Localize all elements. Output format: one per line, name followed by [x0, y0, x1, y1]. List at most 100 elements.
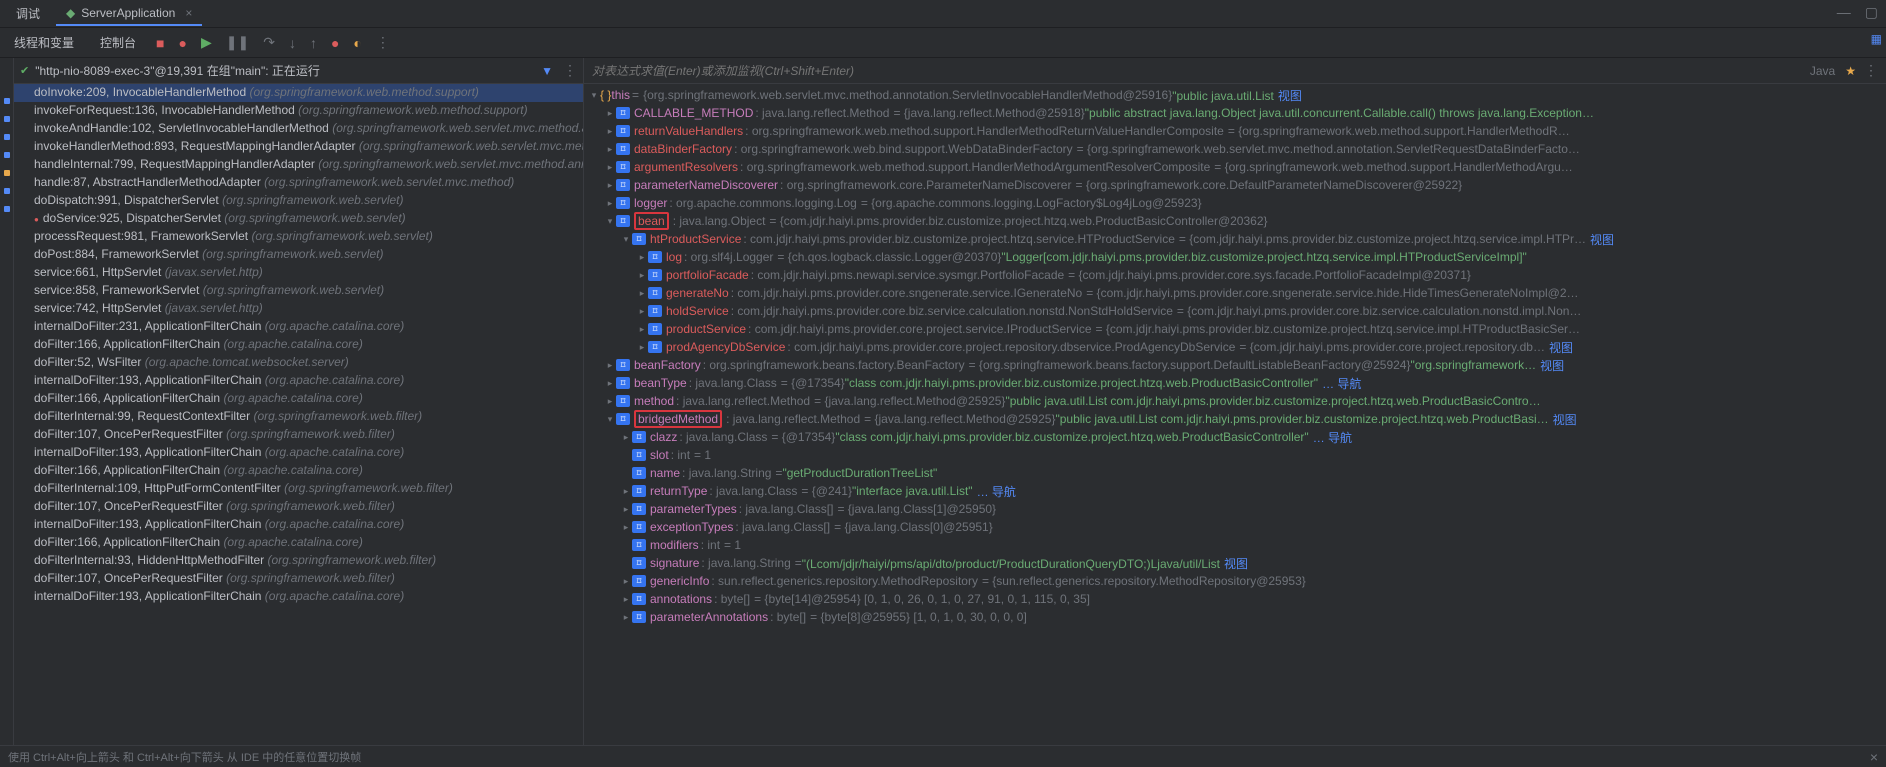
close-tab-icon[interactable]: × [185, 6, 192, 20]
var-node[interactable]: ▾⌑htProductService: com.jdjr.haiyi.pms.p… [584, 230, 1886, 248]
stack-frame[interactable]: doPost:884, FrameworkServlet (org.spring… [14, 246, 583, 264]
chevron-right-icon[interactable]: ▸ [604, 144, 616, 155]
var-node[interactable]: ▸⌑prodAgencyDbService: com.jdjr.haiyi.pm… [584, 338, 1886, 356]
stack-frame[interactable]: service:742, HttpServlet (javax.servlet.… [14, 300, 583, 318]
stack-frame[interactable]: service:661, HttpServlet (javax.servlet.… [14, 264, 583, 282]
watch-star-icon[interactable]: ★ [1845, 64, 1856, 78]
view-link[interactable]: … 导航 [1313, 429, 1352, 446]
var-node[interactable]: ▸⌑logger: org.apache.commons.logging.Log… [584, 194, 1886, 212]
chevron-right-icon[interactable]: ▸ [604, 378, 616, 389]
view-link[interactable]: 视图 [1278, 89, 1302, 103]
var-node[interactable]: ▸⌑generateNo: com.jdjr.haiyi.pms.provide… [584, 284, 1886, 302]
stack-frame[interactable]: internalDoFilter:193, ApplicationFilterC… [14, 588, 583, 606]
chevron-right-icon[interactable]: ▸ [604, 396, 616, 407]
stack-frame[interactable]: doFilterInternal:93, HiddenHttpMethodFil… [14, 552, 583, 570]
var-node[interactable]: ▸⌑dataBinderFactory: org.springframework… [584, 140, 1886, 158]
mute-bp-icon[interactable]: ◐ [353, 35, 361, 51]
view-link[interactable]: 视图 [1549, 339, 1573, 356]
var-node[interactable]: ▸⌑beanFactory: org.springframework.beans… [584, 356, 1886, 374]
chevron-right-icon[interactable]: ▸ [620, 432, 632, 443]
file-tab[interactable]: ◆ ServerApplication × [56, 2, 202, 26]
var-node[interactable]: ▸⌑annotations: byte[]= {byte[14]@25954} … [584, 590, 1886, 608]
stack-frame[interactable]: invokeHandlerMethod:893, RequestMappingH… [14, 138, 583, 156]
pause-icon[interactable]: ● [179, 35, 187, 51]
var-node[interactable]: ▸⌑method: java.lang.reflect.Method= {jav… [584, 392, 1886, 410]
chevron-down-icon[interactable]: ▾ [604, 414, 616, 425]
stop-icon[interactable]: ■ [156, 35, 164, 51]
view-link[interactable]: … 导航 [1322, 375, 1361, 392]
stack-frame[interactable]: doFilter:166, ApplicationFilterChain (or… [14, 534, 583, 552]
view-link[interactable]: 视图 [1590, 231, 1614, 248]
var-node[interactable]: ▸⌑productService: com.jdjr.haiyi.pms.pro… [584, 320, 1886, 338]
stack-frame[interactable]: doFilter:166, ApplicationFilterChain (or… [14, 336, 583, 354]
var-node[interactable]: ⌑name: java.lang.String= "getProductDura… [584, 464, 1886, 482]
stack-frame[interactable]: doFilter:107, OncePerRequestFilter (org.… [14, 570, 583, 588]
view-link[interactable]: … 导航 [977, 483, 1016, 500]
more-icon[interactable]: ⋮ [376, 34, 390, 51]
stack-frame[interactable]: internalDoFilter:231, ApplicationFilterC… [14, 318, 583, 336]
thread-selector[interactable]: ✔ "http-nio-8089-exec-3"@19,391 在组"main"… [14, 58, 583, 84]
vars-tab[interactable]: 线程和变量 [8, 32, 80, 53]
stack-frame[interactable]: invokeForRequest:136, InvocableHandlerMe… [14, 102, 583, 120]
var-node[interactable]: ▸⌑CALLABLE_METHOD: java.lang.reflect.Met… [584, 104, 1886, 122]
stack-frame[interactable]: doDispatch:991, DispatcherServlet (org.s… [14, 192, 583, 210]
pause-program-icon[interactable]: ❚❚ [226, 34, 249, 51]
step-over-icon[interactable]: ↷ [263, 34, 275, 51]
close-panel-icon[interactable]: × [1870, 749, 1878, 765]
thread-more-icon[interactable]: ⋮ [563, 62, 577, 79]
chevron-right-icon[interactable]: ▸ [604, 180, 616, 191]
chevron-right-icon[interactable]: ▸ [620, 486, 632, 497]
stack-frame[interactable]: processRequest:981, FrameworkServlet (or… [14, 228, 583, 246]
var-node[interactable]: ▸⌑parameterAnnotations: byte[]= {byte[8]… [584, 608, 1886, 626]
chevron-right-icon[interactable]: ▸ [636, 342, 648, 353]
stack-frame[interactable]: doInvoke:209, InvocableHandlerMethod (or… [14, 84, 583, 102]
stack-frame[interactable]: doFilter:52, WsFilter (org.apache.tomcat… [14, 354, 583, 372]
stack-frame[interactable]: doFilter:166, ApplicationFilterChain (or… [14, 390, 583, 408]
view-link[interactable]: 视图 [1553, 411, 1577, 428]
chevron-down-icon[interactable]: ▾ [588, 90, 600, 101]
stack-frame[interactable]: internalDoFilter:193, ApplicationFilterC… [14, 516, 583, 534]
vars-tree[interactable]: ▾{ } this = {org.springframework.web.ser… [584, 84, 1886, 753]
frames-list[interactable]: doInvoke:209, InvocableHandlerMethod (or… [14, 84, 583, 753]
var-node[interactable]: ⌑modifiers: int= 1 [584, 536, 1886, 554]
stack-frame[interactable]: handle:87, AbstractHandlerMethodAdapter … [14, 174, 583, 192]
chevron-right-icon[interactable]: ▸ [604, 360, 616, 371]
var-node[interactable]: ▸⌑returnType: java.lang.Class= {@241} "i… [584, 482, 1886, 500]
chevron-right-icon[interactable]: ▸ [636, 324, 648, 335]
chevron-right-icon[interactable]: ▸ [636, 306, 648, 317]
stack-frame[interactable]: internalDoFilter:193, ApplicationFilterC… [14, 372, 583, 390]
stack-frame[interactable]: handleInternal:799, RequestMappingHandle… [14, 156, 583, 174]
var-node[interactable]: ▾⌑bridgedMethod: java.lang.reflect.Metho… [584, 410, 1886, 428]
chevron-right-icon[interactable]: ▸ [620, 504, 632, 515]
eval-lang[interactable]: Java [1810, 64, 1835, 78]
layout-icon[interactable]: ▦ [1871, 32, 1882, 46]
chevron-right-icon[interactable]: ▸ [636, 252, 648, 263]
chevron-right-icon[interactable]: ▸ [620, 522, 632, 533]
stack-frame[interactable]: doFilter:107, OncePerRequestFilter (org.… [14, 426, 583, 444]
chevron-right-icon[interactable]: ▸ [620, 576, 632, 587]
debug-tab[interactable]: 调试 [8, 1, 48, 26]
var-node[interactable]: ▸⌑exceptionTypes: java.lang.Class[]= {ja… [584, 518, 1886, 536]
var-node[interactable]: ⌑slot: int= 1 [584, 446, 1886, 464]
chevron-down-icon[interactable]: ▾ [604, 216, 616, 227]
stack-frame[interactable]: invokeAndHandle:102, ServletInvocableHan… [14, 120, 583, 138]
var-node[interactable]: ▸⌑portfolioFacade: com.jdjr.haiyi.pms.ne… [584, 266, 1886, 284]
stack-frame[interactable]: doFilterInternal:99, RequestContextFilte… [14, 408, 583, 426]
var-node[interactable]: ⌑signature: java.lang.String= "(Lcom/jdj… [584, 554, 1886, 572]
eval-input[interactable] [592, 64, 1802, 78]
stack-frame[interactable]: doFilter:166, ApplicationFilterChain (or… [14, 462, 583, 480]
resume-icon[interactable]: ▶ [201, 34, 212, 51]
chevron-right-icon[interactable]: ▸ [604, 126, 616, 137]
stack-frame[interactable]: doService:925, DispatcherServlet (org.sp… [14, 210, 583, 228]
chevron-right-icon[interactable]: ▸ [620, 612, 632, 623]
var-node[interactable]: ▸⌑clazz: java.lang.Class= {@17354} "clas… [584, 428, 1886, 446]
stack-frame[interactable]: internalDoFilter:193, ApplicationFilterC… [14, 444, 583, 462]
minimize-icon[interactable]: — [1837, 4, 1851, 21]
stack-frame[interactable]: doFilter:107, OncePerRequestFilter (org.… [14, 498, 583, 516]
var-node[interactable]: ▸⌑argumentResolvers: org.springframework… [584, 158, 1886, 176]
var-node[interactable]: ▸⌑holdService: com.jdjr.haiyi.pms.provid… [584, 302, 1886, 320]
chevron-right-icon[interactable]: ▸ [604, 198, 616, 209]
console-tab[interactable]: 控制台 [94, 32, 142, 53]
chevron-down-icon[interactable]: ▾ [620, 234, 632, 245]
stack-frame[interactable]: service:858, FrameworkServlet (org.sprin… [14, 282, 583, 300]
